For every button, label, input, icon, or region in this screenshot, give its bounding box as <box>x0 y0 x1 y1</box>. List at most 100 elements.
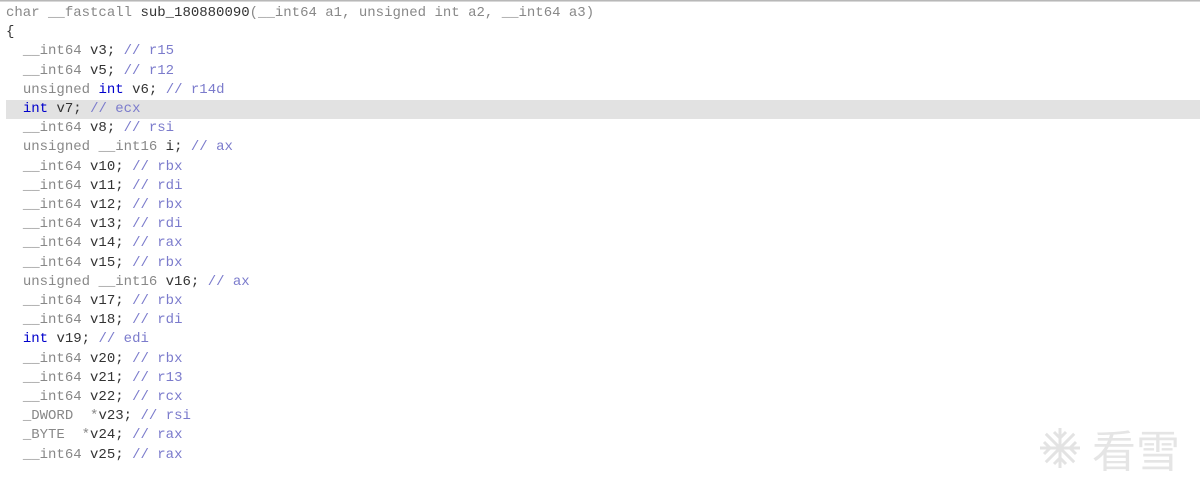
type-keyword: int <box>23 101 48 117</box>
code-line-declaration[interactable]: __int64 v11; // rdi <box>6 177 1200 196</box>
variable-name: i <box>166 139 174 155</box>
register-comment: // edi <box>98 331 148 347</box>
type-keyword: __int64 <box>23 216 82 232</box>
function-name: sub_180880090 <box>140 5 249 21</box>
code-line-declaration[interactable]: unsigned int v6; // r14d <box>6 81 1200 100</box>
code-line-declaration[interactable]: __int64 v25; // rax <box>6 446 1200 465</box>
semicolon: ; <box>115 255 123 271</box>
type-keyword: __int64 <box>23 120 82 136</box>
register-comment: // r13 <box>132 370 182 386</box>
register-comment: // rbx <box>132 293 182 309</box>
register-comment: // ax <box>191 139 233 155</box>
code-line-declaration[interactable]: __int64 v17; // rbx <box>6 292 1200 311</box>
code-line-declaration[interactable]: __int64 v14; // rax <box>6 234 1200 253</box>
code-line-declaration[interactable]: __int64 v13; // rdi <box>6 215 1200 234</box>
semicolon: ; <box>174 139 182 155</box>
type-keyword: unsigned <box>23 274 90 290</box>
type-keyword: __int64 <box>23 43 82 59</box>
code-line-declaration[interactable]: __int64 v21; // r13 <box>6 369 1200 388</box>
type-keyword: __int64 <box>23 235 82 251</box>
code-line-declaration[interactable]: __int64 v10; // rbx <box>6 158 1200 177</box>
type-keyword: __int64 <box>23 63 82 79</box>
type-keyword: _BYTE <box>23 427 65 443</box>
type-keyword: __int16 <box>98 274 157 290</box>
variable-name: v24 <box>90 427 115 443</box>
decompiler-view[interactable]: char __fastcall sub_180880090(__int64 a1… <box>0 2 1200 465</box>
semicolon: ; <box>107 43 115 59</box>
register-comment: // r12 <box>124 63 174 79</box>
register-comment: // r15 <box>124 43 174 59</box>
register-comment: // rsi <box>140 408 190 424</box>
type-keyword: __int64 <box>23 197 82 213</box>
variable-name: v17 <box>90 293 115 309</box>
type-keyword: int <box>98 82 123 98</box>
type-keyword: int <box>23 331 48 347</box>
semicolon: ; <box>107 63 115 79</box>
pointer-star: * <box>82 427 90 443</box>
semicolon: ; <box>149 82 157 98</box>
semicolon: ; <box>115 447 123 463</box>
semicolon: ; <box>115 235 123 251</box>
variable-name: v5 <box>90 63 107 79</box>
semicolon: ; <box>82 331 90 347</box>
code-line-declaration[interactable]: unsigned __int16 v16; // ax <box>6 273 1200 292</box>
code-line-declaration[interactable]: int v7; // ecx <box>6 100 1200 119</box>
type-keyword: __int64 <box>23 159 82 175</box>
variable-name: v8 <box>90 120 107 136</box>
variable-name: v21 <box>90 370 115 386</box>
semicolon: ; <box>107 120 115 136</box>
code-line-signature[interactable]: char __fastcall sub_180880090(__int64 a1… <box>6 4 1200 23</box>
register-comment: // rax <box>132 235 182 251</box>
register-comment: // r14d <box>166 82 225 98</box>
type-keyword: _DWORD <box>23 408 73 424</box>
code-line-declaration[interactable]: __int64 v22; // rcx <box>6 388 1200 407</box>
type-keyword: __int64 <box>23 293 82 309</box>
variable-name: v16 <box>166 274 191 290</box>
semicolon: ; <box>191 274 199 290</box>
semicolon: ; <box>73 101 81 117</box>
code-line-declaration[interactable]: unsigned __int16 i; // ax <box>6 138 1200 157</box>
code-line-declaration[interactable]: __int64 v15; // rbx <box>6 254 1200 273</box>
code-line-declaration[interactable]: _BYTE *v24; // rax <box>6 426 1200 445</box>
register-comment: // rdi <box>132 216 182 232</box>
register-comment: // rbx <box>132 351 182 367</box>
variable-name: v15 <box>90 255 115 271</box>
type-keyword: __int64 <box>23 370 82 386</box>
code-line-declaration[interactable]: __int64 v5; // r12 <box>6 62 1200 81</box>
code-line-declaration[interactable]: __int64 v12; // rbx <box>6 196 1200 215</box>
register-comment: // rcx <box>132 389 182 405</box>
type-keyword: unsigned <box>23 82 90 98</box>
variable-name: v12 <box>90 197 115 213</box>
variable-name: v22 <box>90 389 115 405</box>
semicolon: ; <box>115 178 123 194</box>
semicolon: ; <box>115 370 123 386</box>
code-line-declaration[interactable]: _DWORD *v23; // rsi <box>6 407 1200 426</box>
code-line-open-brace[interactable]: { <box>6 23 1200 42</box>
semicolon: ; <box>115 351 123 367</box>
register-comment: // rdi <box>132 178 182 194</box>
type-keyword: __int64 <box>23 178 82 194</box>
semicolon: ; <box>115 293 123 309</box>
variable-name: v11 <box>90 178 115 194</box>
register-comment: // rbx <box>132 159 182 175</box>
code-line-declaration[interactable]: __int64 v20; // rbx <box>6 350 1200 369</box>
type-keyword: unsigned <box>23 139 90 155</box>
register-comment: // rsi <box>124 120 174 136</box>
variable-name: v7 <box>56 101 73 117</box>
code-line-declaration[interactable]: int v19; // edi <box>6 330 1200 349</box>
register-comment: // rbx <box>132 197 182 213</box>
variable-name: v25 <box>90 447 115 463</box>
variable-name: v13 <box>90 216 115 232</box>
semicolon: ; <box>115 197 123 213</box>
code-line-declaration[interactable]: __int64 v8; // rsi <box>6 119 1200 138</box>
type-keyword: __int16 <box>98 139 157 155</box>
semicolon: ; <box>115 216 123 232</box>
code-line-declaration[interactable]: __int64 v3; // r15 <box>6 42 1200 61</box>
register-comment: // rdi <box>132 312 182 328</box>
register-comment: // rbx <box>132 255 182 271</box>
variable-name: v10 <box>90 159 115 175</box>
register-comment: // ax <box>208 274 250 290</box>
type-keyword: __int64 <box>23 351 82 367</box>
param-list: (__int64 a1, unsigned int a2, __int64 a3… <box>250 5 594 21</box>
code-line-declaration[interactable]: __int64 v18; // rdi <box>6 311 1200 330</box>
